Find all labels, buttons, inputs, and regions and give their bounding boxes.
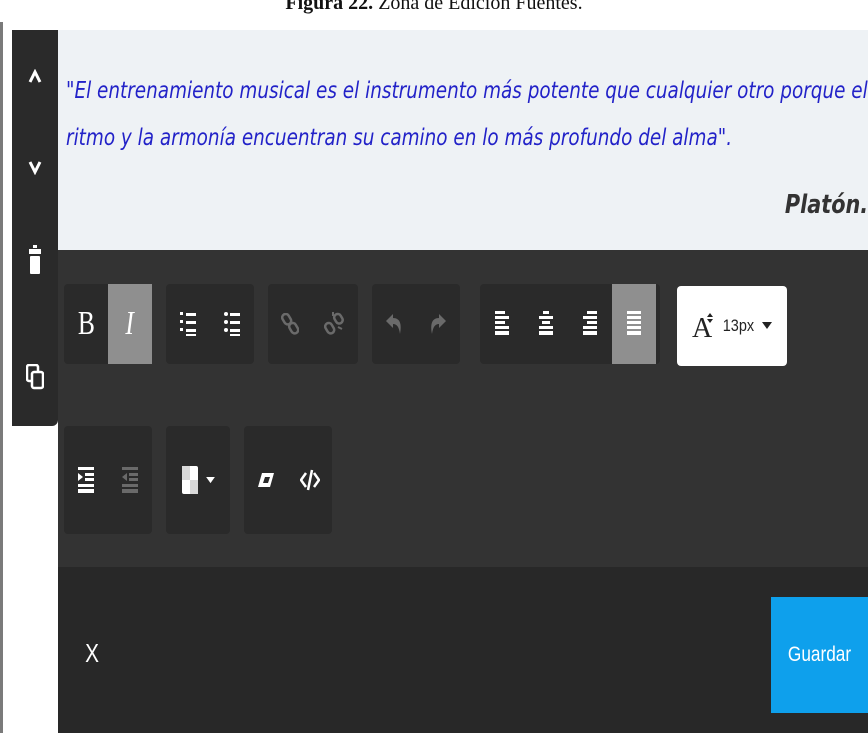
figure-caption: Figura 22. Zona de Edición Fuentes. bbox=[0, 0, 868, 15]
color-group bbox=[166, 426, 230, 534]
save-button[interactable]: Guardar bbox=[771, 597, 868, 713]
misc-group bbox=[244, 426, 332, 534]
font-size-icon: A bbox=[692, 313, 713, 341]
align-justify-button[interactable] bbox=[612, 284, 656, 364]
chevron-down-icon bbox=[28, 161, 42, 175]
undo-icon bbox=[386, 314, 401, 334]
code-icon bbox=[300, 469, 320, 491]
bold-button[interactable]: B bbox=[64, 284, 108, 364]
remove-link-button[interactable] bbox=[312, 284, 356, 364]
figure-caption-label: Figura 22. bbox=[285, 0, 374, 14]
block-side-toolbar bbox=[12, 30, 58, 426]
text-content-area[interactable]: "El entrenamiento musical es el instrume… bbox=[58, 30, 868, 250]
clear-format-button[interactable] bbox=[244, 426, 288, 534]
move-up-button[interactable] bbox=[12, 52, 58, 102]
trash-icon bbox=[29, 245, 41, 274]
align-center-icon bbox=[539, 311, 553, 335]
outdent-icon bbox=[122, 467, 138, 493]
indent-group bbox=[64, 426, 152, 534]
italic-label: I bbox=[125, 305, 135, 342]
ordered-list-button[interactable] bbox=[166, 284, 210, 364]
copy-icon bbox=[26, 364, 44, 390]
editor-footer: X Guardar bbox=[58, 567, 868, 733]
align-right-button[interactable] bbox=[568, 284, 612, 364]
figure-caption-text: Zona de Edición Fuentes. bbox=[378, 0, 583, 14]
indent-button[interactable] bbox=[64, 426, 108, 534]
text-color-button[interactable] bbox=[181, 466, 215, 494]
close-button[interactable]: X bbox=[82, 638, 101, 668]
history-group bbox=[372, 284, 460, 364]
align-left-button[interactable] bbox=[480, 284, 524, 364]
alignment-group bbox=[480, 284, 660, 364]
caret-down-icon bbox=[205, 476, 215, 483]
chevron-up-icon bbox=[28, 69, 42, 83]
save-label: Guardar bbox=[787, 643, 852, 666]
italic-button[interactable]: I bbox=[108, 284, 152, 364]
unordered-list-icon bbox=[224, 312, 240, 336]
ordered-list-icon bbox=[180, 312, 196, 336]
align-right-icon bbox=[583, 311, 597, 335]
text-style-group: B I bbox=[64, 284, 152, 364]
unlink-icon bbox=[324, 312, 344, 335]
caret-down-icon bbox=[762, 322, 773, 329]
quote-author: Platón. bbox=[784, 190, 868, 220]
redo-icon bbox=[431, 314, 446, 334]
editor-panel: "El entrenamiento musical es el instrume… bbox=[58, 30, 868, 733]
source-code-button[interactable] bbox=[288, 426, 332, 534]
align-justify-icon bbox=[627, 311, 641, 335]
move-down-button[interactable] bbox=[12, 142, 58, 192]
color-swatch-icon bbox=[181, 466, 198, 494]
unordered-list-button[interactable] bbox=[210, 284, 254, 364]
link-group bbox=[268, 284, 358, 364]
align-left-icon bbox=[495, 311, 509, 335]
svg-text:A: A bbox=[692, 313, 713, 341]
eraser-icon bbox=[258, 473, 274, 487]
delete-button[interactable] bbox=[12, 235, 58, 285]
undo-button[interactable] bbox=[372, 284, 416, 364]
font-size-value: 13px bbox=[722, 316, 754, 335]
font-size-dropdown[interactable]: A 13px bbox=[677, 286, 787, 366]
outdent-button[interactable] bbox=[108, 426, 152, 534]
bold-label: B bbox=[77, 305, 95, 342]
list-group bbox=[166, 284, 254, 364]
insert-link-button[interactable] bbox=[268, 284, 312, 364]
link-icon bbox=[281, 313, 299, 335]
left-edge-border bbox=[0, 22, 3, 733]
align-center-button[interactable] bbox=[524, 284, 568, 364]
quote-text: "El entrenamiento musical es el instrume… bbox=[66, 78, 868, 151]
indent-icon bbox=[78, 467, 94, 493]
duplicate-button[interactable] bbox=[12, 352, 58, 402]
redo-button[interactable] bbox=[416, 284, 460, 364]
